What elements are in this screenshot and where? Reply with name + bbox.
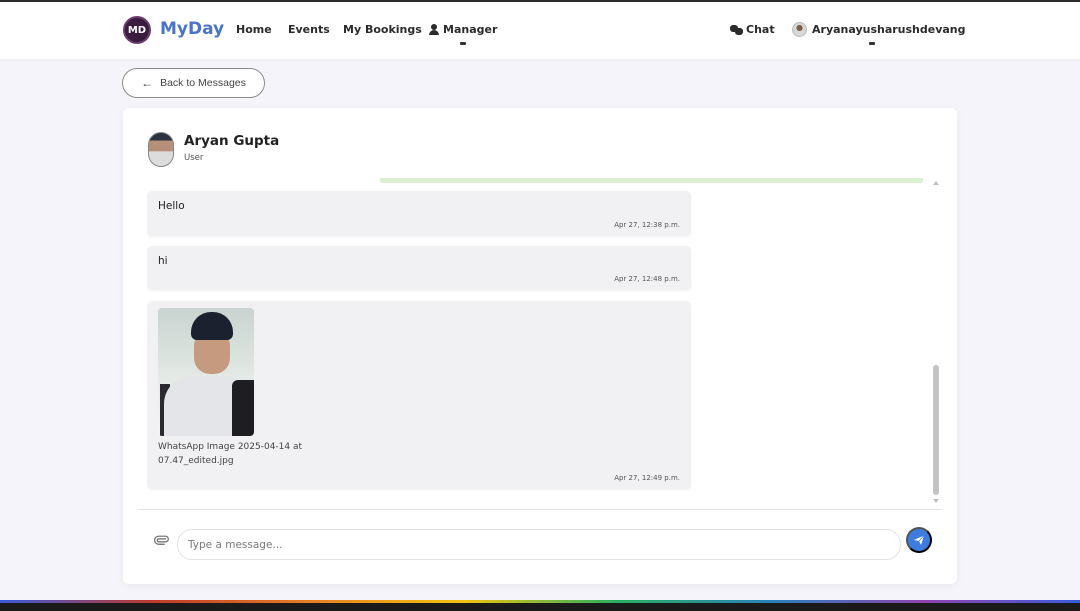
scroll-down-arrow[interactable] [933, 499, 939, 503]
message-bubble: hi Apr 27, 12:48 p.m. [147, 246, 691, 290]
username: Aryanayusharushdevang [812, 23, 966, 36]
contact-name: Aryan Gupta [184, 133, 280, 149]
nav-my-bookings[interactable]: My Bookings [343, 23, 422, 36]
user-menu[interactable]: Aryanayusharushdevang [792, 22, 966, 37]
message-time: Apr 27, 12:49 p.m. [614, 474, 680, 482]
user-dropdown-indicator[interactable] [869, 42, 875, 45]
contact-avatar [148, 132, 174, 167]
nav-chat-label: Chat [746, 23, 775, 36]
back-to-messages-label: Back to Messages [160, 77, 246, 89]
paperclip-icon[interactable] [149, 530, 172, 553]
attachment-image[interactable] [158, 308, 254, 436]
previous-message-edge [380, 178, 923, 183]
message-text: hi [158, 255, 168, 267]
message-time: Apr 27, 12:48 p.m. [614, 275, 680, 283]
message-input[interactable] [177, 529, 901, 560]
message-bubble: Hello Apr 27, 12:38 p.m. [147, 191, 691, 236]
brand-logo[interactable]: MD [123, 16, 151, 44]
back-to-messages-button[interactable]: ← Back to Messages [122, 68, 265, 98]
chat-icon [730, 24, 743, 35]
user-avatar [792, 22, 807, 37]
manager-dropdown-indicator[interactable] [460, 42, 466, 45]
logo-text: MD [127, 24, 147, 36]
message-text: Hello [158, 200, 185, 212]
bottom-bar [0, 603, 1080, 611]
brand-name[interactable]: MyDay [160, 19, 224, 39]
nav-events[interactable]: Events [288, 23, 330, 36]
scrollbar-thumb[interactable] [933, 365, 939, 495]
send-button[interactable] [906, 527, 932, 553]
person-icon [429, 24, 439, 35]
nav-home[interactable]: Home [236, 23, 272, 36]
message-list[interactable]: Hello Apr 27, 12:38 p.m. hi Apr 27, 12:4… [147, 178, 942, 505]
nav-manager[interactable]: Manager [429, 23, 497, 36]
message-bubble-attachment: WhatsApp Image 2025-04-14 at 07.47_edite… [147, 301, 691, 489]
arrow-left-icon: ← [141, 76, 154, 90]
navbar: MD MyDay Home Events My Bookings Manager… [0, 0, 1080, 59]
attachment-file-name[interactable]: WhatsApp Image 2025-04-14 at 07.47_edite… [158, 440, 328, 468]
composer-divider [138, 509, 942, 510]
nav-chat[interactable]: Chat [730, 23, 775, 36]
chat-card: Aryan Gupta User Hello Apr 27, 12:38 p.m… [123, 108, 957, 584]
message-time: Apr 27, 12:38 p.m. [614, 221, 680, 229]
message-scrollbar[interactable] [930, 178, 942, 505]
send-icon [914, 535, 925, 545]
contact-role: User [184, 153, 204, 163]
nav-manager-label: Manager [443, 23, 498, 36]
scroll-up-arrow[interactable] [933, 181, 939, 185]
